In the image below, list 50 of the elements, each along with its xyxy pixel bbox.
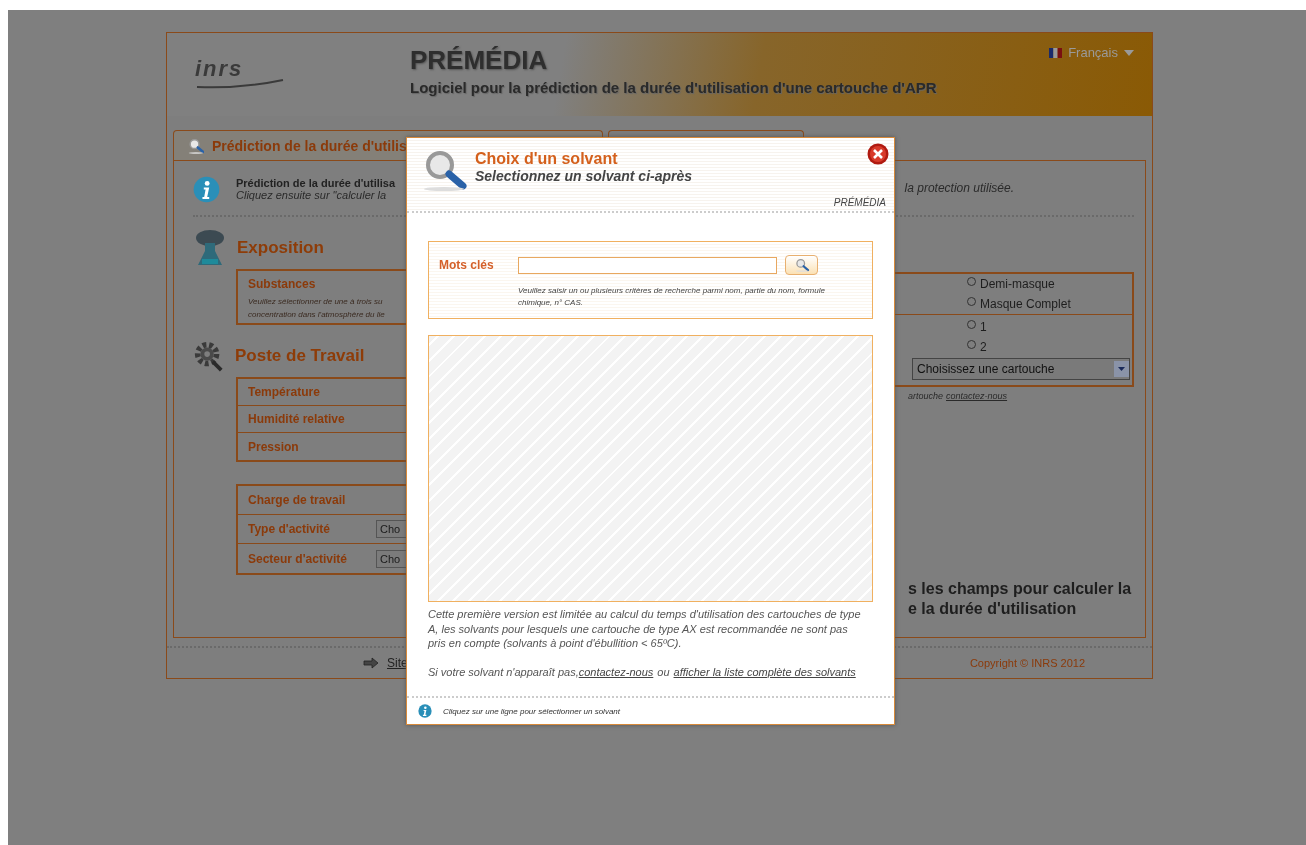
intro-text: Prédiction de la durée d'utilisa Cliquez ensuite sur "calculer la — [236, 177, 397, 201]
intro-text: la protection utilisée. — [904, 181, 1014, 195]
logo-text: inrs — [195, 59, 245, 79]
prompt-text: e la durée d'utilisation — [908, 599, 1078, 619]
field-label: Pression — [248, 439, 300, 454]
flag-icon — [1049, 47, 1063, 58]
full-list-link[interactable]: afficher la liste complète des solvants — [673, 665, 856, 678]
brand-text: PRÉMÉDIA — [833, 197, 886, 208]
option-label: Masque Complet — [980, 297, 1071, 311]
note-text: Cette première version est limitée au calcul du temps d'utilisation des cartouches de type A, les solvants pour lesquels une cartouche de type AX est recommandée ne sont pas pris en compte (solvants à point d'ébullition < 65ºC). — [428, 607, 862, 651]
field-label: Substances — [248, 277, 316, 291]
caret-icon — [1124, 49, 1134, 56]
section-heading: Exposition — [237, 238, 324, 258]
contact-link[interactable]: contactez-nous — [946, 391, 1008, 401]
description-text: Veuillez sélectionner de une à trois su — [248, 296, 383, 308]
option-label: 2 — [980, 340, 987, 354]
flask-icon — [193, 229, 227, 267]
search-button[interactable] — [785, 255, 818, 275]
language-selector[interactable]: Français — [1068, 45, 1118, 60]
description-text: concentration dans l'atmosphère du lie — [248, 309, 385, 321]
field-label: Mots clés — [439, 258, 495, 272]
note-text: Si votre solvant n'apparaît pas, — [428, 665, 579, 678]
field-label: Humidité relative — [248, 412, 346, 426]
cartridge-dropdown[interactable]: Choisissez une cartouche — [912, 358, 1130, 380]
note-text: artouche — [908, 391, 944, 401]
option-label: 1 — [980, 320, 987, 334]
info-icon — [418, 704, 432, 718]
field-label: Type d'activité — [248, 522, 331, 536]
hint-text: Veuillez saisir un ou plusieurs critères de recherche parmi nom, partie du nom, formule chimique, n° CAS. — [518, 285, 826, 309]
option-label: Demi-masque — [980, 277, 1055, 291]
app-subtitle: Logiciel pour la prédiction de la durée d'utilisation d'une cartouche d'APR — [410, 79, 938, 96]
arrow-icon — [363, 657, 379, 669]
dialog-subtitle: Selectionnez un solvant ci-après — [475, 168, 693, 184]
field-label: Secteur d'activité — [248, 551, 348, 566]
swoosh-icon — [195, 79, 285, 89]
search-field[interactable] — [518, 256, 777, 274]
note-text: ou — [657, 665, 670, 678]
close-button[interactable] — [867, 143, 889, 165]
field-label: Charge de travail — [248, 493, 347, 507]
close-icon — [867, 143, 889, 165]
gear-icon — [193, 340, 225, 372]
copyright-text: Copyright © INRS 2012 — [969, 657, 1085, 669]
contact-link[interactable]: contactez-nous — [578, 665, 654, 678]
hint-text: Cliquez sur une ligne pour sélectionner un solvant — [443, 706, 620, 716]
section-heading: Poste de Travail — [235, 346, 365, 366]
field-label: Température — [248, 385, 321, 399]
prompt-text: s les champs pour calculer la — [908, 579, 1133, 599]
search-icon — [188, 137, 204, 154]
info-icon — [193, 175, 220, 203]
app-title: PRÉMÉDIA — [410, 45, 549, 75]
